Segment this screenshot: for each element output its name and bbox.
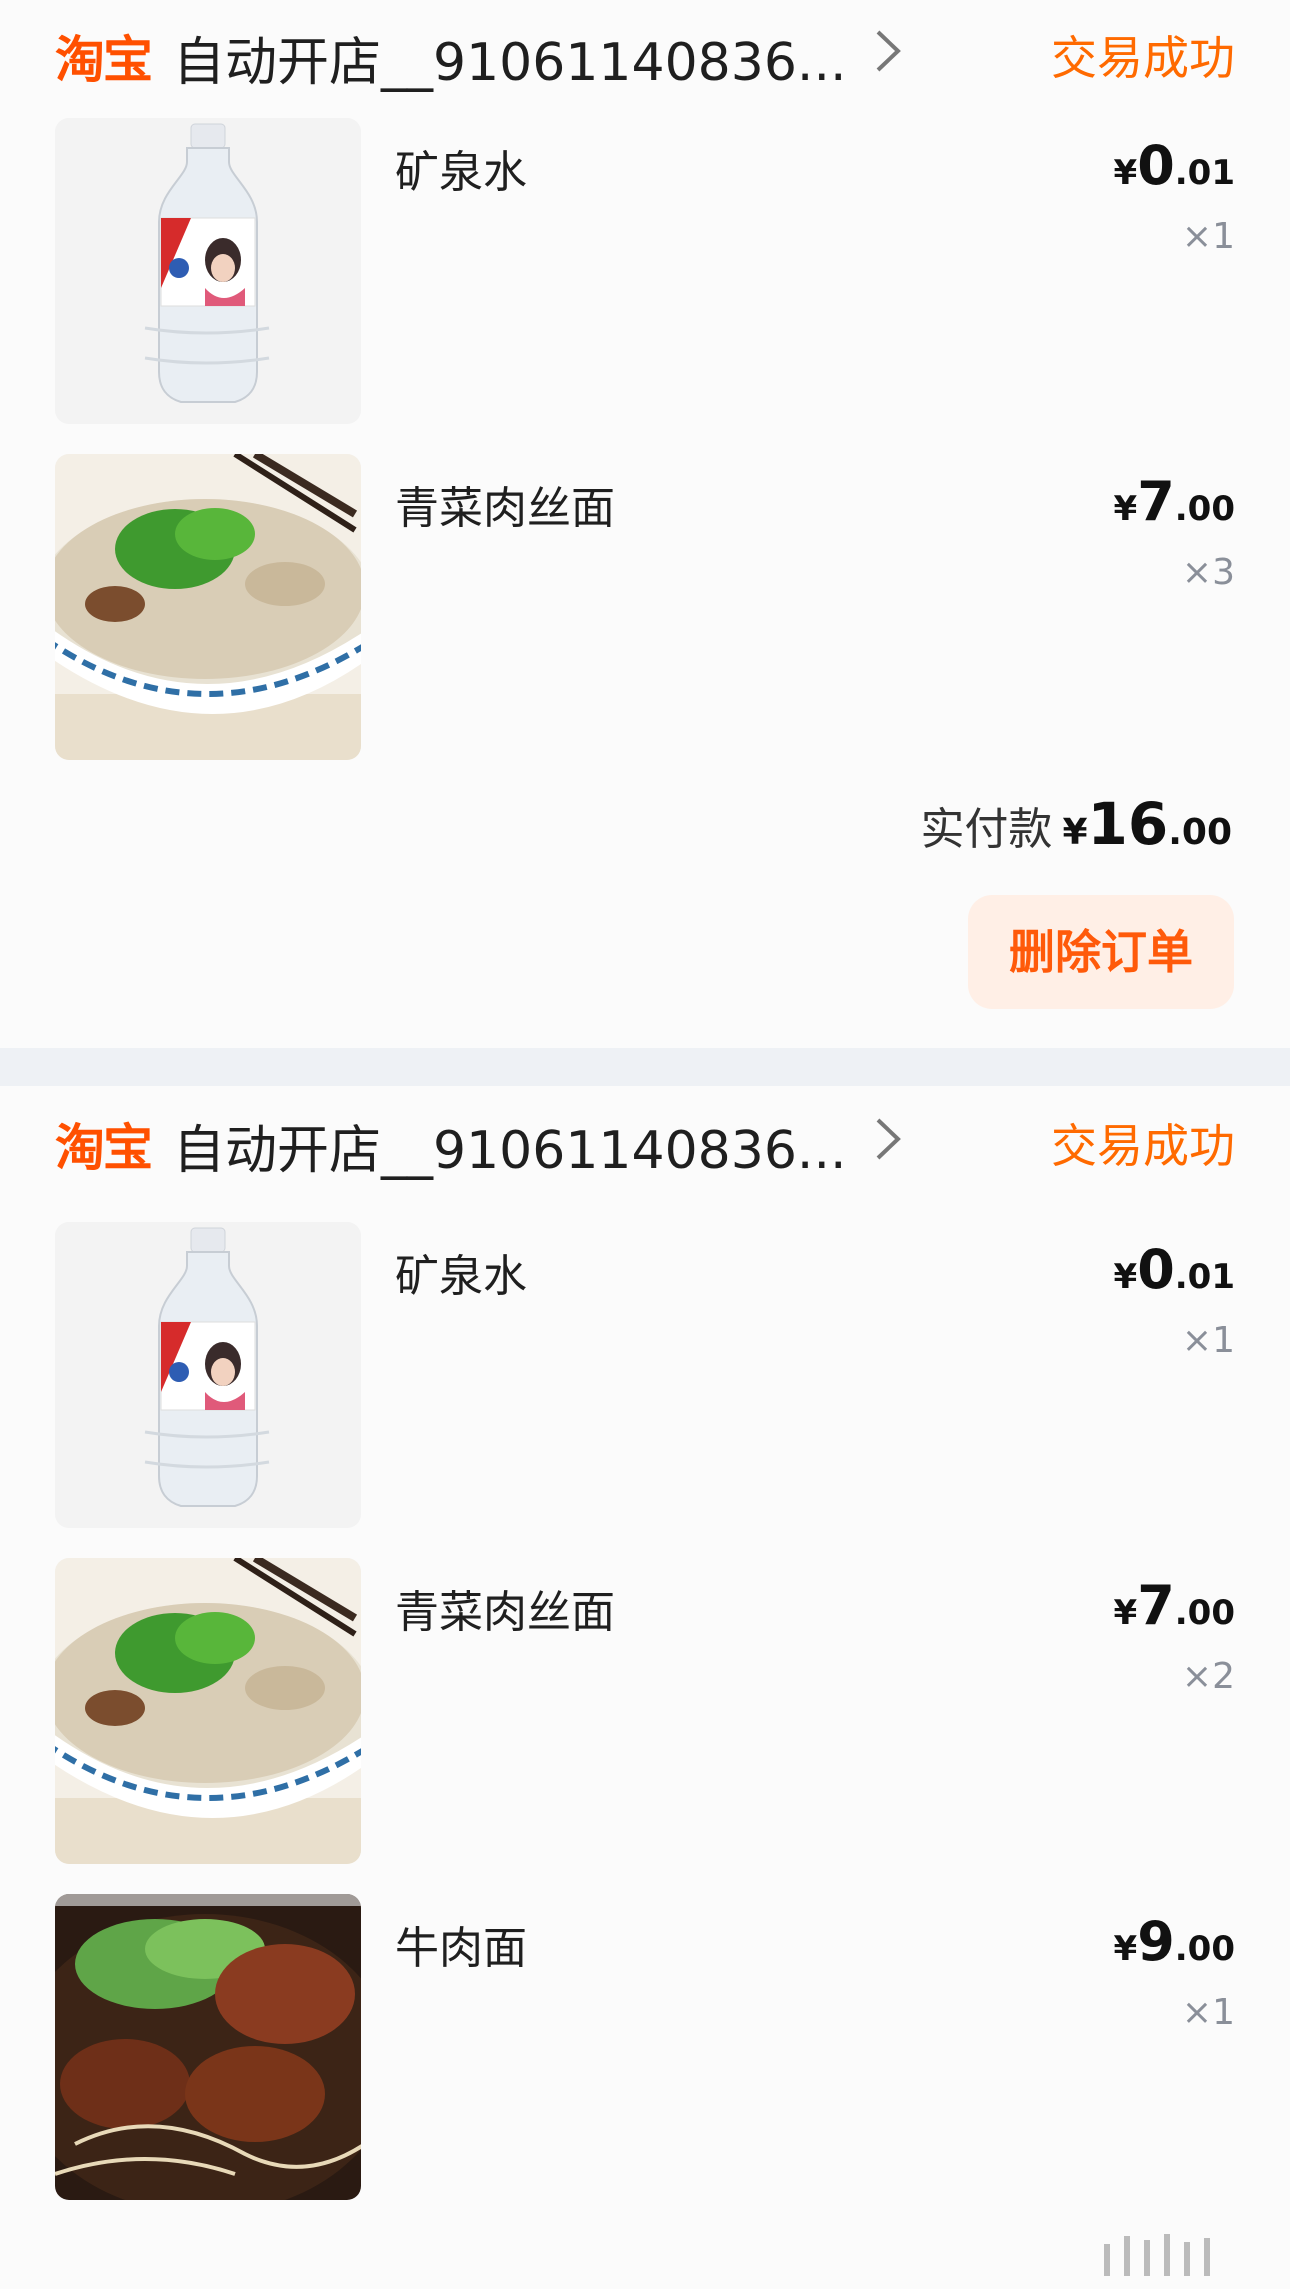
- price-integer: 9: [1137, 1910, 1175, 1973]
- order-status: 交易成功: [1051, 31, 1235, 85]
- order-item[interactable]: 青菜肉丝面 ¥7.00 ×3: [55, 454, 1235, 760]
- order-card: 淘宝 自动开店__91061140836... 交易成功 矿泉水 ¥0.01 ×…: [0, 0, 1290, 1048]
- item-quantity: ×1: [1181, 216, 1235, 257]
- price-decimal: .00: [1174, 1593, 1235, 1633]
- item-quantity: ×1: [1181, 1320, 1235, 1361]
- item-price: ¥9.00: [1114, 1910, 1235, 1973]
- item-price: ¥7.00: [1114, 470, 1235, 533]
- order-status: 交易成功: [1051, 1119, 1235, 1173]
- item-quantity: ×3: [1181, 552, 1235, 593]
- product-image-water[interactable]: [55, 118, 361, 424]
- price-integer: 0: [1137, 134, 1175, 197]
- taobao-logo: 淘宝: [55, 31, 153, 89]
- currency-symbol: ¥: [1113, 1929, 1138, 1969]
- chevron-right-icon[interactable]: [870, 1116, 906, 1162]
- order-item[interactable]: 矿泉水 ¥0.01 ×1: [55, 1222, 1235, 1528]
- total-label: 实付款: [920, 804, 1053, 855]
- item-title[interactable]: 青菜肉丝面: [395, 1576, 615, 1640]
- shop-name[interactable]: 自动开店__91061140836...: [173, 1108, 847, 1183]
- price-decimal: .00: [1174, 489, 1235, 529]
- price-decimal: .01: [1174, 153, 1235, 193]
- order-item[interactable]: 牛肉面 ¥9.00 ×1: [55, 1894, 1235, 2200]
- taobao-logo: 淘宝: [55, 1119, 153, 1177]
- item-title[interactable]: 矿泉水: [395, 136, 527, 200]
- currency-symbol: ¥: [1113, 1593, 1138, 1633]
- total-integer: 16: [1087, 790, 1169, 858]
- currency-symbol: ¥: [1062, 812, 1088, 853]
- chevron-right-icon[interactable]: [870, 28, 906, 74]
- currency-symbol: ¥: [1113, 489, 1138, 529]
- product-image-beef-noodles[interactable]: [55, 1894, 361, 2200]
- currency-symbol: ¥: [1113, 1257, 1138, 1297]
- order-item[interactable]: 青菜肉丝面 ¥7.00 ×2: [55, 1558, 1235, 1864]
- order-card: 淘宝 自动开店__91061140836... 交易成功 矿泉水 ¥0.01 ×…: [0, 1086, 1290, 2289]
- order-separator: [0, 1048, 1290, 1086]
- product-image-water[interactable]: [55, 1222, 361, 1528]
- shop-header[interactable]: 淘宝 自动开店__91061140836... 交易成功: [55, 16, 1235, 93]
- price-decimal: .00: [1174, 1929, 1235, 1969]
- item-title[interactable]: 牛肉面: [395, 1912, 527, 1976]
- total-decimal: .00: [1168, 812, 1232, 853]
- delete-order-button[interactable]: 删除订单: [968, 895, 1234, 1009]
- item-quantity: ×2: [1181, 1656, 1235, 1697]
- item-price: ¥0.01: [1114, 134, 1235, 197]
- product-image-vegetable-noodles[interactable]: [55, 1558, 361, 1864]
- item-price: ¥0.01: [1114, 1238, 1235, 1301]
- item-quantity: ×1: [1181, 1992, 1235, 2033]
- shop-name[interactable]: 自动开店__91061140836...: [173, 20, 847, 95]
- item-price: ¥7.00: [1114, 1574, 1235, 1637]
- price-integer: 7: [1137, 470, 1175, 533]
- item-title[interactable]: 矿泉水: [395, 1240, 527, 1304]
- price-integer: 7: [1137, 1574, 1175, 1637]
- order-item[interactable]: 矿泉水 ¥0.01 ×1: [55, 118, 1235, 424]
- watermark-icon: [1104, 2234, 1210, 2276]
- price-integer: 0: [1137, 1238, 1175, 1301]
- item-title[interactable]: 青菜肉丝面: [395, 472, 615, 536]
- shop-header[interactable]: 淘宝 自动开店__91061140836... 交易成功: [55, 1104, 1235, 1181]
- currency-symbol: ¥: [1113, 153, 1138, 193]
- price-decimal: .01: [1174, 1257, 1235, 1297]
- product-image-vegetable-noodles[interactable]: [55, 454, 361, 760]
- order-total: 实付款 ¥16.00: [920, 790, 1232, 858]
